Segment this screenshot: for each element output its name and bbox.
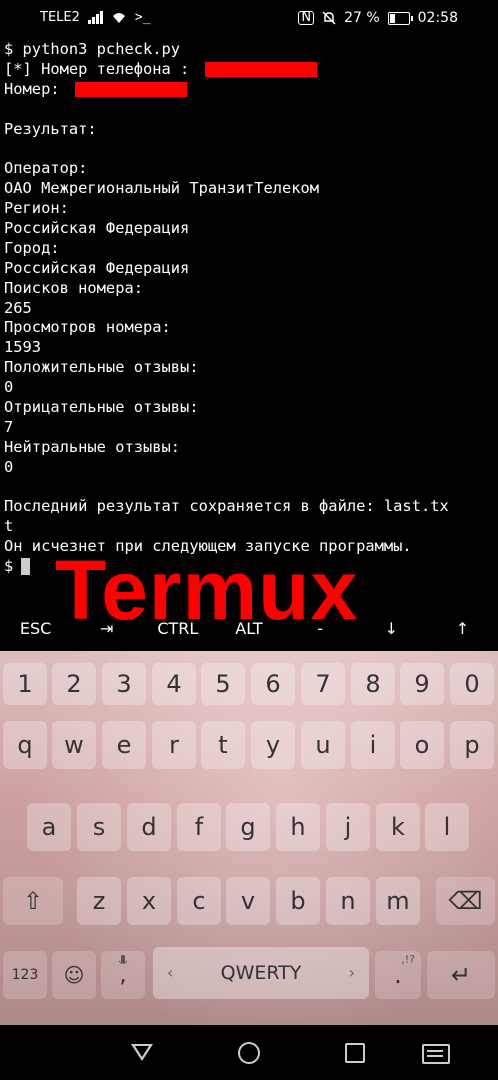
key-s[interactable]: s (77, 803, 121, 851)
terminal-line: Отрицательные отзывы: (4, 398, 199, 417)
space-bar[interactable]: ‹ QWERTY › (153, 947, 369, 999)
battery-percent: 27 % (344, 10, 380, 26)
carrier-label: TELE2 (40, 10, 80, 25)
terminal-output[interactable]: $ python3 pcheck.py [*] Номер телефона :… (4, 40, 496, 580)
key-x[interactable]: x (127, 877, 171, 925)
terminal-line: 1593 (4, 338, 42, 357)
terminal-line: Поисков номера: (4, 278, 143, 297)
period-key[interactable]: . ,!? (375, 951, 421, 999)
arrow-up-key[interactable]: ↑ (432, 619, 492, 638)
key-t[interactable]: t (201, 721, 245, 769)
terminal-line: ОАО Межрегиональный ТранзитТелеком (4, 179, 320, 198)
key-c[interactable]: c (177, 877, 221, 925)
key-m[interactable]: m (376, 877, 420, 925)
enter-key[interactable]: ↵ (427, 951, 495, 999)
terminal-line: [*] Номер телефона : (4, 60, 496, 80)
terminal-line: Регион: (4, 199, 69, 218)
key-4[interactable]: 4 (152, 663, 196, 705)
key-g[interactable]: g (226, 803, 270, 851)
termux-overlay-text: Termux (55, 543, 359, 637)
nfc-icon: N (298, 11, 315, 25)
key-6[interactable]: 6 (251, 663, 295, 705)
mute-icon (322, 11, 336, 25)
chevron-right-icon: › (348, 963, 355, 982)
key-2[interactable]: 2 (52, 663, 96, 705)
redaction-bar (204, 61, 317, 77)
punctuation-hint: ,!? (401, 953, 415, 966)
key-a[interactable]: a (27, 803, 71, 851)
keyboard-toggle-icon[interactable] (422, 1044, 450, 1064)
key-n[interactable]: n (326, 877, 370, 925)
key-9[interactable]: 9 (400, 663, 444, 705)
key-u[interactable]: u (301, 721, 345, 769)
key-l[interactable]: l (425, 803, 469, 851)
terminal-line: Положительные отзывы: (4, 358, 199, 377)
terminal-line: Результат: (4, 119, 97, 138)
terminal-line: Последний результат сохраняется в файле:… (4, 497, 449, 516)
terminal-line: Просмотров номера: (4, 318, 171, 337)
terminal-line: Номер: (4, 80, 496, 100)
terminal-icon: >_ (134, 10, 151, 25)
terminal-line: Город: (4, 238, 60, 257)
key-0[interactable]: 0 (450, 663, 494, 705)
terminal-line: $ python3 pcheck.py (4, 40, 181, 58)
key-h[interactable]: h (276, 803, 320, 851)
space-label: QWERTY (220, 962, 302, 984)
key-8[interactable]: 8 (351, 663, 395, 705)
recent-apps-icon[interactable] (345, 1043, 365, 1063)
redaction-bar (74, 81, 187, 97)
terminal-line: 7 (4, 417, 14, 436)
back-icon-inner (135, 1046, 149, 1057)
clock: 02:58 (417, 10, 458, 26)
navigation-bar (0, 1025, 498, 1080)
key-d[interactable]: d (127, 803, 171, 851)
key-z[interactable]: z (77, 877, 121, 925)
key-3[interactable]: 3 (102, 663, 146, 705)
status-bar: TELE2 >_ N 27 % 02:58 (0, 0, 498, 38)
terminal-line: t (4, 517, 14, 536)
key-w[interactable]: w (52, 721, 96, 769)
key-f[interactable]: f (177, 803, 221, 851)
key-v[interactable]: v (226, 877, 270, 925)
comma-key[interactable]: , (101, 951, 145, 999)
key-y[interactable]: y (251, 721, 295, 769)
terminal-line: Российская Федерация (4, 219, 190, 238)
key-7[interactable]: 7 (301, 663, 345, 705)
key-o[interactable]: o (400, 721, 444, 769)
shift-key[interactable]: ⇧ (3, 877, 63, 925)
terminal-line: 0 (4, 378, 14, 397)
key-r[interactable]: r (152, 721, 196, 769)
arrow-down-key[interactable]: ↓ (361, 619, 421, 638)
home-icon[interactable] (238, 1042, 260, 1064)
terminal-line: Оператор: (4, 159, 88, 178)
microphone-icon (118, 955, 128, 964)
key-p[interactable]: p (450, 721, 494, 769)
chevron-left-icon: ‹ (167, 963, 174, 982)
wifi-icon (112, 13, 125, 23)
key-i[interactable]: i (351, 721, 395, 769)
key-e[interactable]: e (102, 721, 146, 769)
battery-icon (387, 11, 413, 25)
key-j[interactable]: j (326, 803, 370, 851)
key-b[interactable]: b (276, 877, 320, 925)
emoji-key[interactable]: ☺ (52, 951, 96, 999)
key-q[interactable]: q (3, 721, 47, 769)
backspace-key[interactable]: ⌫ (436, 877, 495, 925)
key-k[interactable]: k (376, 803, 420, 851)
key-1[interactable]: 1 (3, 663, 47, 705)
numbers-mode-key[interactable]: 123 (3, 951, 47, 999)
signal-icon (87, 11, 103, 24)
text-cursor (21, 558, 31, 576)
terminal-line: Российская Федерация (4, 258, 190, 277)
terminal-line: 0 (4, 457, 14, 476)
terminal-line: 265 (4, 298, 32, 317)
soft-keyboard: 1 2 3 4 5 6 7 8 9 0 q w e r t y u i o p … (0, 651, 498, 1025)
terminal-line: Нейтральные отзывы: (4, 437, 181, 456)
key-5[interactable]: 5 (201, 663, 245, 705)
